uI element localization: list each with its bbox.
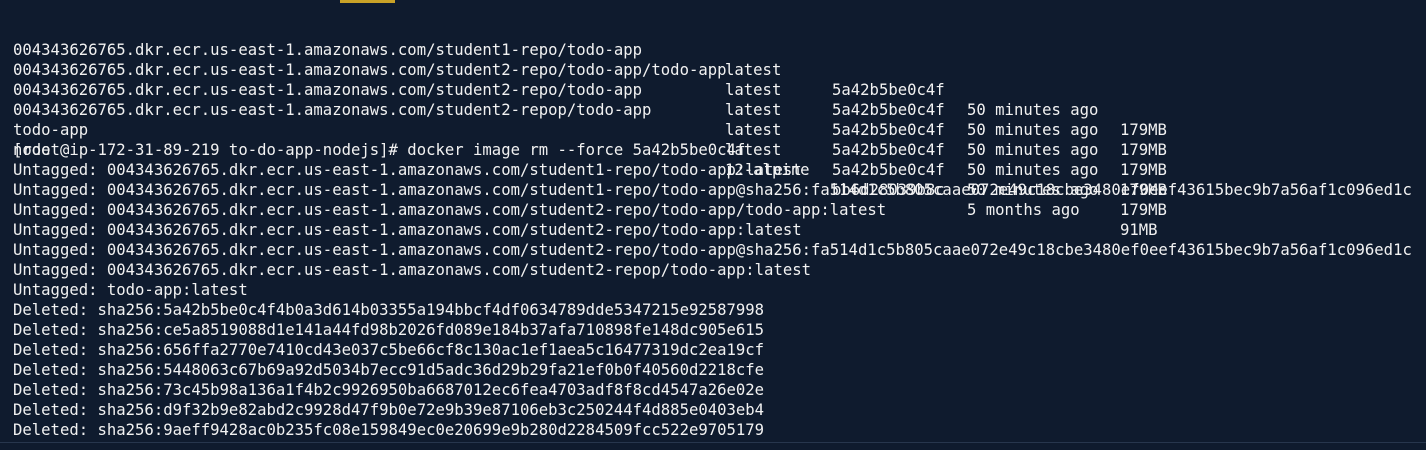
untagged-line: Untagged: 004343626765.dkr.ecr.us-east-1… [13,241,1412,259]
untagged-line: Untagged: 004343626765.dkr.ecr.us-east-1… [13,221,802,239]
deleted-line: Deleted: sha256:73c45b98a136a1f4b2c99269… [13,381,765,399]
image-size: 179MB [1120,161,1167,179]
image-repository: node [13,141,51,159]
selection-highlight [340,0,395,3]
image-created: 50 minutes ago [967,181,1099,199]
image-created: 5 months ago [967,201,1080,219]
terminal-output: 004343626765.dkr.ecr.us-east-1.amazonaws… [13,20,1413,440]
untagged-line: Untagged: 004343626765.dkr.ecr.us-east-1… [13,181,1412,199]
untagged-line: Untagged: 004343626765.dkr.ecr.us-east-1… [13,161,802,179]
divider [0,442,1426,443]
image-tag: latest [725,141,782,159]
image-size: 179MB [1120,201,1167,219]
terminal-window[interactable]: 004343626765.dkr.ecr.us-east-1.amazonaws… [0,0,1426,450]
image-row: 004343626765.dkr.ecr.us-east-1.amazonaws… [13,20,1413,139]
image-created: 50 minutes ago [967,161,1099,179]
image-id: 5a42b5be0c4f [832,141,945,159]
deleted-line: Deleted: sha256:9aeff9428ac0b235fc08e159… [13,421,765,439]
image-size: 91MB [1120,221,1158,239]
image-id: 5a42b5be0c4f [832,161,945,179]
image-row: 004343626765.dkr.ecr.us-east-1.amazonaws… [13,60,1413,179]
image-row: 004343626765.dkr.ecr.us-east-1.amazonaws… [13,80,1413,199]
deleted-line: Deleted: sha256:656ffa2770e7410cd43e037c… [13,341,765,359]
image-size: 179MB [1120,181,1167,199]
deleted-line: Deleted: sha256:5448063c67b69a92d5034b7e… [13,361,765,379]
image-row: 004343626765.dkr.ecr.us-east-1.amazonaws… [13,40,1413,159]
command-prompt-line[interactable]: [root@ip-172-31-89-219 to-do-app-nodejs]… [13,140,1413,160]
image-row: todo-app latest 5a42b5be0c4f 50 minutes … [13,100,1413,219]
image-size: 179MB [1120,141,1167,159]
untagged-line: Untagged: todo-app:latest [13,281,248,299]
deleted-line: Deleted: sha256:d9f32b9e82abd2c9928d47f9… [13,401,765,419]
image-id: bb6d28039b8c [832,181,945,199]
image-row: node 12-alpine bb6d28039b8c 5 months ago… [13,120,1413,239]
untagged-line: Untagged: 004343626765.dkr.ecr.us-east-1… [13,201,887,219]
image-created: 50 minutes ago [967,141,1099,159]
deleted-line: Deleted: sha256:5a42b5be0c4f4b0a3d614b03… [13,301,765,319]
untagged-line: Untagged: 004343626765.dkr.ecr.us-east-1… [13,261,811,279]
deleted-line: Deleted: sha256:ce5a8519088d1e141a44fd98… [13,321,765,339]
image-tag: 12-alpine [725,161,810,179]
